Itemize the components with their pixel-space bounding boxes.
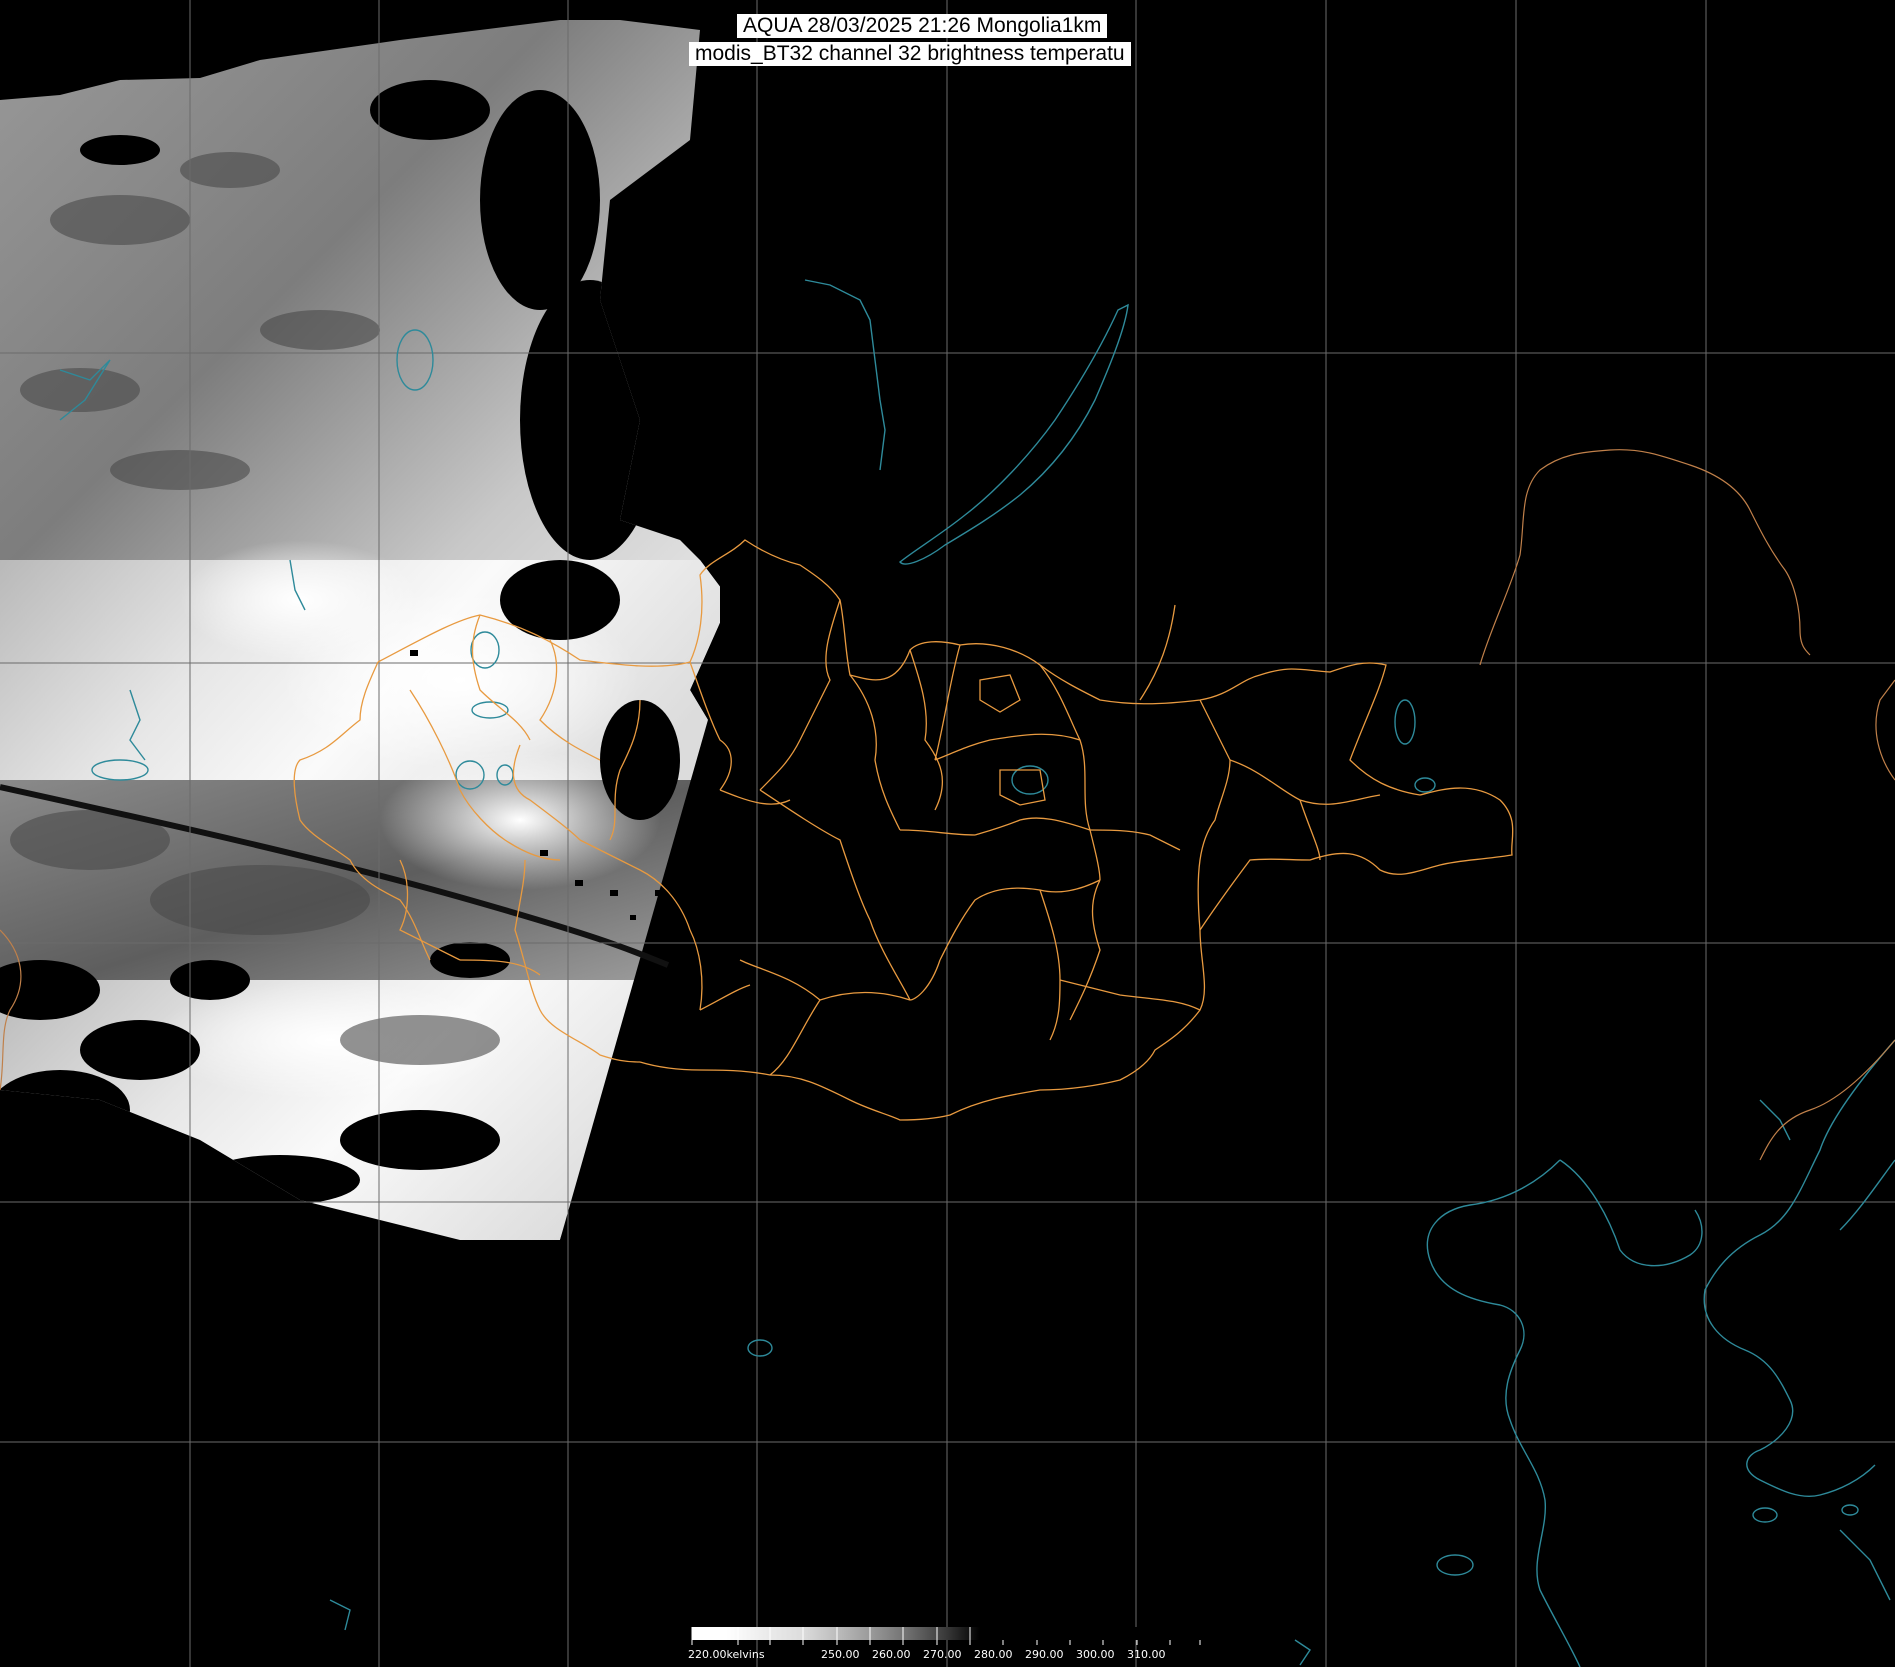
satellite-map: 220.00kelvins 250.00 260.00 270.00 280.0…	[0, 0, 1895, 1667]
colorbar-tick-label: 270.00	[923, 1648, 962, 1661]
swath-edge	[560, 660, 1895, 1240]
colorbar-unit-label: 220.00kelvins	[688, 1648, 765, 1661]
colorbar-tick-label: 250.00	[821, 1648, 860, 1661]
map-subtitle: modis_BT32 channel 32 brightness tempera…	[689, 42, 1131, 66]
colorbar-tick-label: 280.00	[974, 1648, 1013, 1661]
map-title: AQUA 28/03/2025 21:26 Mongolia1km	[737, 14, 1108, 38]
colorbar-tick-label: 290.00	[1025, 1648, 1064, 1661]
colorbar-tick-label: 260.00	[872, 1648, 911, 1661]
colorbar-tick-label: 300.00	[1076, 1648, 1115, 1661]
colorbar-tick-label: 310.00	[1127, 1648, 1166, 1661]
